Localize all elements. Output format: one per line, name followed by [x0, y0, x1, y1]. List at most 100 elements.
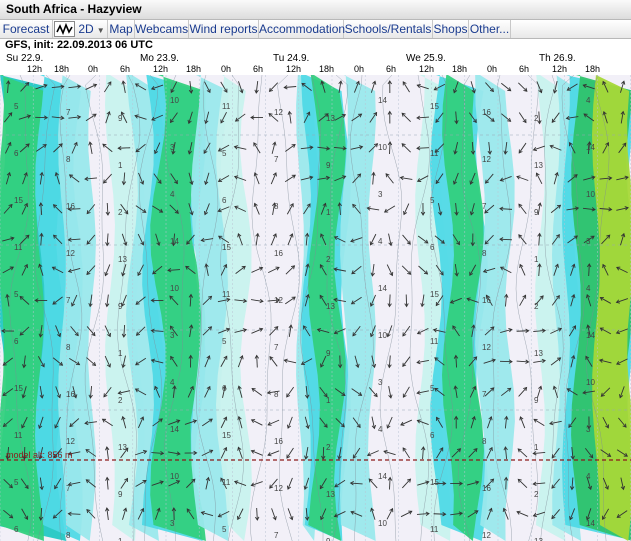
contour-value-label: 12: [482, 531, 491, 540]
contour-value-label: 5: [14, 102, 19, 111]
contour-value-label: 5: [222, 337, 227, 346]
model-info: GFS, init: 22.09.2013 06 UTC: [0, 39, 631, 53]
contour-value-label: 8: [274, 390, 279, 399]
contour-value-label: 16: [66, 390, 75, 399]
contour-value-label: 10: [170, 284, 179, 293]
wind-arrow-shaft: [322, 446, 325, 460]
contour-value-label: 5: [222, 149, 227, 158]
hour-label: 6h: [386, 64, 397, 74]
contour-value-label: 5: [14, 290, 19, 299]
day-labels-row: Su 22.9. Mo 23.9. Tu 24.9. We 25.9. Th 2…: [0, 53, 631, 64]
wind-arrow-shaft: [416, 147, 430, 149]
nav-map[interactable]: Map: [108, 20, 135, 38]
contour-value-label: 16: [274, 437, 283, 446]
contour-value-label: 1: [534, 255, 539, 264]
nav-shops[interactable]: Shops: [433, 20, 469, 38]
contour-value-label: 15: [222, 243, 231, 252]
contour-value-label: 11: [222, 478, 231, 487]
contour-value-label: 6: [430, 431, 435, 440]
hour-labels-row: 12h 18h 0h 6h 12h 18h 0h 6h 12h 18h 0h 6…: [0, 64, 631, 74]
contour-value-label: 16: [274, 249, 283, 258]
nav-schools-rentals[interactable]: Schools/Rentals: [344, 20, 433, 38]
contour-value-label: 6: [430, 243, 435, 252]
contour-value-label: 15: [14, 196, 23, 205]
contour-value-label: 8: [66, 155, 71, 164]
contour-value-label: 15: [430, 290, 439, 299]
contour-value-label: 11: [222, 102, 231, 111]
hour-label: 6h: [120, 64, 131, 74]
hour-label: 18h: [585, 64, 601, 74]
contour-value-label: 7: [66, 296, 71, 305]
contour-value-label: 14: [586, 331, 595, 340]
line-graph-icon[interactable]: [54, 21, 75, 37]
page-title: South Africa - Hazyview: [6, 2, 142, 16]
contour-value-label: 7: [66, 484, 71, 493]
contour-value-label: 5: [222, 525, 227, 534]
contour-value-label: 2: [534, 302, 539, 311]
contour-value-label: 5: [430, 196, 435, 205]
contour-value-label: 16: [482, 296, 491, 305]
wind-arrow-shaft: [389, 477, 391, 490]
view-2d-label: 2D: [78, 22, 94, 36]
contour-value-label: 2: [118, 208, 123, 217]
hour-label: 18h: [319, 64, 335, 74]
contour-value-label: 9: [534, 396, 539, 405]
contour-value-label: 2: [326, 255, 331, 264]
nav-forecast[interactable]: Forecast: [0, 20, 53, 38]
contour-value-label: 13: [326, 302, 335, 311]
nav-webcams[interactable]: Webcams: [135, 20, 189, 38]
contour-value-label: 6: [222, 196, 227, 205]
contour-value-label: 8: [66, 531, 71, 540]
contour-value-label: 12: [66, 249, 75, 258]
nav-wind-reports[interactable]: Wind reports: [189, 20, 259, 38]
contour-value-label: 11: [430, 149, 439, 158]
hour-label: 18h: [452, 64, 468, 74]
contour-value-label: 16: [66, 202, 75, 211]
contour-value-label: 1: [326, 396, 331, 405]
contour-value-label: 12: [274, 296, 283, 305]
contour-value-label: 3: [170, 331, 175, 340]
contour-value-label: 13: [534, 537, 543, 541]
contour-value-label: 4: [170, 190, 175, 199]
contour-value-label: 13: [326, 114, 335, 123]
hour-label: 6h: [519, 64, 530, 74]
hour-label: 12h: [419, 64, 435, 74]
contour-value-label: 4: [586, 284, 591, 293]
contour-value-label: 1: [326, 208, 331, 217]
hour-label: 0h: [221, 64, 232, 74]
hour-label: 18h: [54, 64, 70, 74]
nav-accommodation[interactable]: Accommodation: [259, 20, 345, 38]
hour-label: 12h: [153, 64, 169, 74]
contour-value-label: 5: [430, 384, 435, 393]
contour-value-label: 15: [14, 384, 23, 393]
contour-value-label: 2: [118, 396, 123, 405]
contour-value-label: 9: [118, 114, 123, 123]
view-2d-dropdown[interactable]: 2D ▼: [76, 20, 108, 38]
contour-value-label: 13: [534, 349, 543, 358]
contour-value-label: 12: [274, 484, 283, 493]
day-label: Th 26.9.: [539, 53, 576, 64]
contour-value-label: 14: [378, 472, 387, 481]
contour-value-label: 16: [482, 484, 491, 493]
hour-label: 12h: [27, 64, 43, 74]
contour-value-label: 7: [274, 343, 279, 352]
contour-value-label: 12: [482, 155, 491, 164]
contour-value-label: 9: [118, 302, 123, 311]
contour-value-label: 1: [534, 443, 539, 452]
day-label: Tu 24.9.: [273, 53, 310, 64]
hour-label: 0h: [354, 64, 365, 74]
contour-value-label: 10: [378, 519, 387, 528]
contour-value-label: 14: [378, 284, 387, 293]
contour-value-label: 5: [14, 478, 19, 487]
contour-value-label: 14: [586, 519, 595, 528]
contour-value-label: 14: [170, 237, 179, 246]
contour-value-label: 3: [170, 143, 175, 152]
nav-other[interactable]: Other...: [469, 20, 511, 38]
contour-value-label: 10: [586, 378, 595, 387]
contour-value-label: 3: [586, 425, 591, 434]
chevron-down-icon: ▼: [96, 26, 105, 35]
contour-value-label: 14: [170, 425, 179, 434]
contour-value-label: 11: [14, 243, 23, 252]
contour-value-label: 11: [430, 337, 439, 346]
hour-label: 18h: [186, 64, 202, 74]
